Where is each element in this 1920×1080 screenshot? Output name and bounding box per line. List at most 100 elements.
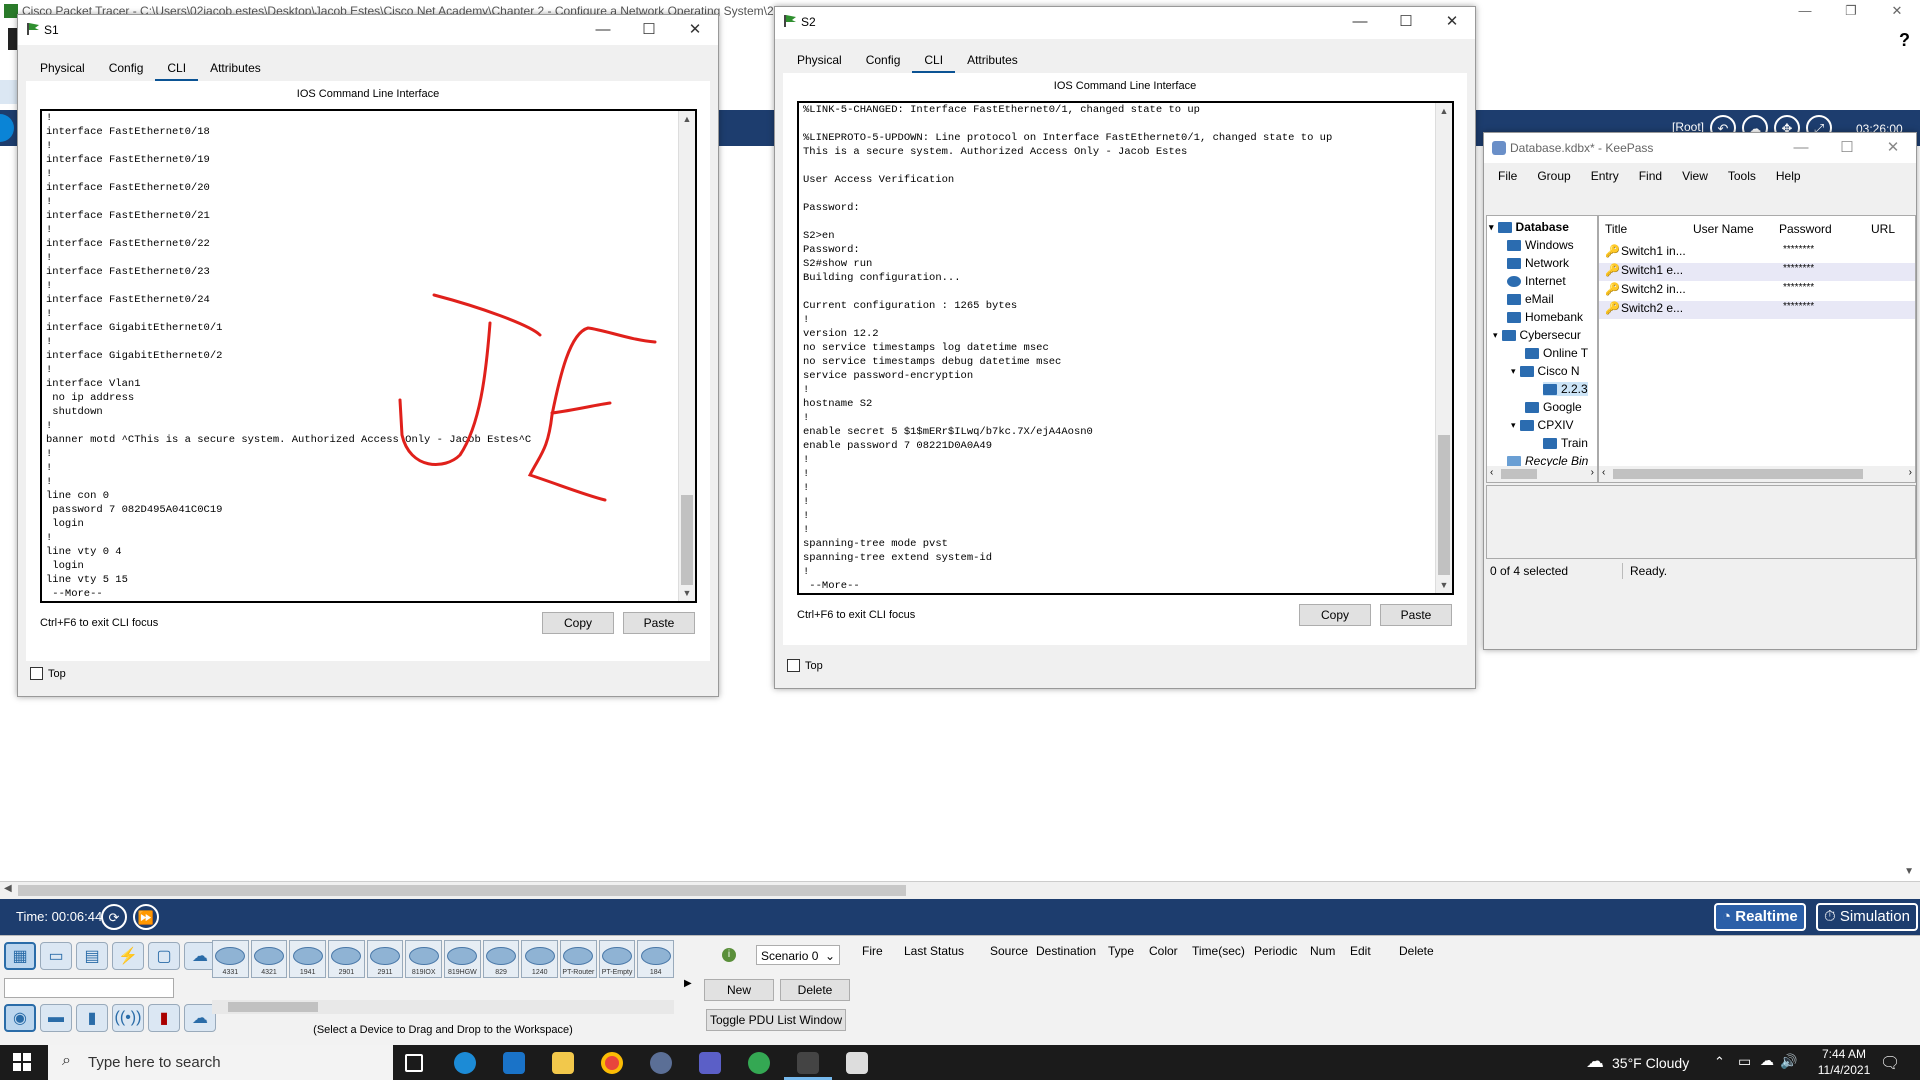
tree-item-cybersecurity[interactable]: ▾ Cybersecur [1493, 328, 1581, 342]
checkbox-box[interactable] [787, 659, 800, 672]
task-view-icon[interactable] [405, 1054, 423, 1072]
tab-attributes[interactable]: Attributes [198, 57, 273, 79]
minimize-icon[interactable]: — [1337, 7, 1383, 37]
keepass-entry-list[interactable]: Title User Name Password URL 🔑 Switch1 i… [1598, 215, 1916, 483]
device-model[interactable]: 4331 [212, 940, 249, 978]
scroll-right-icon[interactable]: › [1591, 467, 1594, 478]
table-row[interactable]: 🔑 Switch2 e... ******** [1599, 301, 1915, 319]
misc-icon[interactable]: ▢ [148, 942, 180, 970]
scroll-up-icon[interactable]: ▲ [679, 111, 695, 127]
device-model[interactable]: 1941 [289, 940, 327, 978]
components-icon[interactable]: ▤ [76, 942, 108, 970]
tab-config[interactable]: Config [854, 49, 913, 71]
device-model[interactable]: 2911 [366, 940, 404, 978]
checkbox-box[interactable] [30, 667, 43, 680]
tree-item-google[interactable]: Google [1525, 400, 1582, 414]
fast-forward-icon[interactable]: ⏩ [133, 904, 159, 930]
onedrive-icon[interactable]: ☁ [1760, 1052, 1774, 1069]
menu-find[interactable]: Find [1639, 169, 1662, 183]
pdu-col[interactable]: Last Status [904, 944, 990, 958]
device-model[interactable]: PT-Router [560, 940, 597, 978]
packet-tracer-icon[interactable] [797, 1052, 819, 1074]
close-icon[interactable]: ✕ [672, 15, 718, 45]
table-row[interactable]: 🔑 Switch2 in... ******** [1599, 282, 1915, 300]
teams-icon[interactable] [699, 1052, 721, 1074]
simulation-button[interactable]: ⏱ Simulation [1816, 903, 1918, 931]
help-icon[interactable]: ? [1899, 30, 1910, 51]
tab-config[interactable]: Config [97, 57, 156, 79]
s2-cli-terminal[interactable]: %LINK-5-CHANGED: Interface FastEthernet0… [797, 101, 1454, 595]
scroll-left-icon[interactable]: ‹ [1490, 467, 1493, 478]
tree-item-network[interactable]: Network [1507, 256, 1569, 270]
switches-icon[interactable]: ▬ [40, 1004, 72, 1032]
device-model[interactable]: 819IOX [405, 940, 443, 978]
notepad-icon[interactable] [846, 1052, 868, 1074]
maximize-icon[interactable]: ☐ [1824, 133, 1870, 163]
s2-copy-button[interactable]: Copy [1299, 604, 1371, 626]
device-model[interactable]: 1240 [521, 940, 559, 978]
table-row[interactable]: 🔑 Switch1 in... ******** [1599, 244, 1915, 262]
s2-paste-button[interactable]: Paste [1380, 604, 1452, 626]
chevron-down-icon[interactable]: ▾ [1511, 366, 1516, 377]
network-icon[interactable]: ▭ [1738, 1053, 1751, 1070]
routers-icon[interactable]: ◉ [4, 1004, 36, 1032]
volume-icon[interactable]: 🔊 [1780, 1053, 1797, 1070]
delete-scenario-button[interactable]: Delete [780, 979, 850, 1001]
tree-item-windows[interactable]: Windows [1507, 238, 1574, 252]
scroll-down-icon[interactable]: ▼ [679, 585, 695, 601]
pdu-col[interactable]: Delete [1399, 944, 1443, 958]
device-model[interactable]: 829 [482, 940, 520, 978]
tree-scroll-thumb[interactable] [1501, 469, 1537, 479]
tree-item-email[interactable]: eMail [1507, 292, 1554, 306]
pdu-col[interactable]: Fire [862, 944, 904, 958]
windows-start-icon[interactable] [12, 1052, 34, 1074]
security-icon[interactable]: ▮ [148, 1004, 180, 1032]
tab-physical[interactable]: Physical [28, 57, 97, 79]
table-row[interactable]: 🔑 Switch1 e... ******** [1599, 263, 1915, 281]
device-model[interactable]: 4321 [250, 940, 288, 978]
pdu-col[interactable]: Time(sec) [1192, 944, 1254, 958]
tree-item-train[interactable]: Train [1543, 436, 1588, 450]
keepass-taskbar-icon[interactable] [650, 1052, 672, 1074]
clock-time[interactable]: 7:44 AM [1816, 1047, 1872, 1061]
pdu-col[interactable]: Periodic [1254, 944, 1310, 958]
s2-top-checkbox[interactable]: Top [787, 659, 823, 672]
tree-hscroll[interactable]: ‹ › [1487, 466, 1597, 482]
col-title[interactable]: Title [1605, 222, 1627, 236]
notification-icon[interactable]: 🗨 [1880, 1053, 1900, 1073]
taskbar-search[interactable]: ⌕ Type here to search [48, 1045, 393, 1080]
network-devices-icon[interactable]: ▦ [4, 942, 36, 970]
s1-titlebar[interactable]: S1 — ☐ ✕ [18, 15, 718, 45]
menu-help[interactable]: Help [1776, 169, 1801, 183]
mail-icon[interactable] [503, 1052, 525, 1074]
s2-cli-scrollbar[interactable]: ▲ ▼ [1435, 103, 1452, 593]
pdu-col[interactable]: Source [990, 944, 1036, 958]
toggle-pdu-list-button[interactable]: Toggle PDU List Window [706, 1009, 846, 1031]
scroll-thumb[interactable] [18, 885, 906, 896]
device-model[interactable]: 184 [637, 940, 674, 978]
close-icon[interactable]: ✕ [1870, 133, 1916, 163]
device-model[interactable]: PT-Empty [598, 940, 636, 978]
device-list-thumb[interactable] [228, 1002, 318, 1012]
entries-hscroll[interactable]: ‹ › [1599, 466, 1915, 482]
menu-view[interactable]: View [1682, 169, 1708, 183]
entries-scroll-thumb[interactable] [1613, 469, 1863, 479]
weather-icon[interactable]: ☁ [1586, 1051, 1604, 1072]
pdu-col[interactable]: Num [1310, 944, 1350, 958]
tab-attributes[interactable]: Attributes [955, 49, 1030, 71]
pdu-col[interactable]: Type [1108, 944, 1149, 958]
device-model[interactable]: 819HGW [444, 940, 481, 978]
pdu-col[interactable]: Color [1149, 944, 1192, 958]
pdu-col[interactable]: Destination [1036, 944, 1108, 958]
device-model[interactable]: 2901 [328, 940, 365, 978]
hubs-icon[interactable]: ▮ [76, 1004, 108, 1032]
s1-top-checkbox[interactable]: Top [30, 667, 66, 680]
col-url[interactable]: URL [1871, 222, 1895, 236]
panel-splitter-icon[interactable]: ▶ [684, 978, 692, 989]
scroll-up-icon[interactable]: ▲ [1436, 103, 1452, 119]
new-scenario-button[interactable]: New [704, 979, 774, 1001]
tree-item-internet[interactable]: Internet [1507, 274, 1566, 288]
realtime-button[interactable]: ◔ Realtime [1714, 903, 1806, 931]
scenario-select[interactable]: Scenario 0 ⌄ [756, 945, 840, 965]
keepass-titlebar[interactable]: Database.kdbx* - KeePass — ☐ ✕ [1484, 133, 1916, 163]
